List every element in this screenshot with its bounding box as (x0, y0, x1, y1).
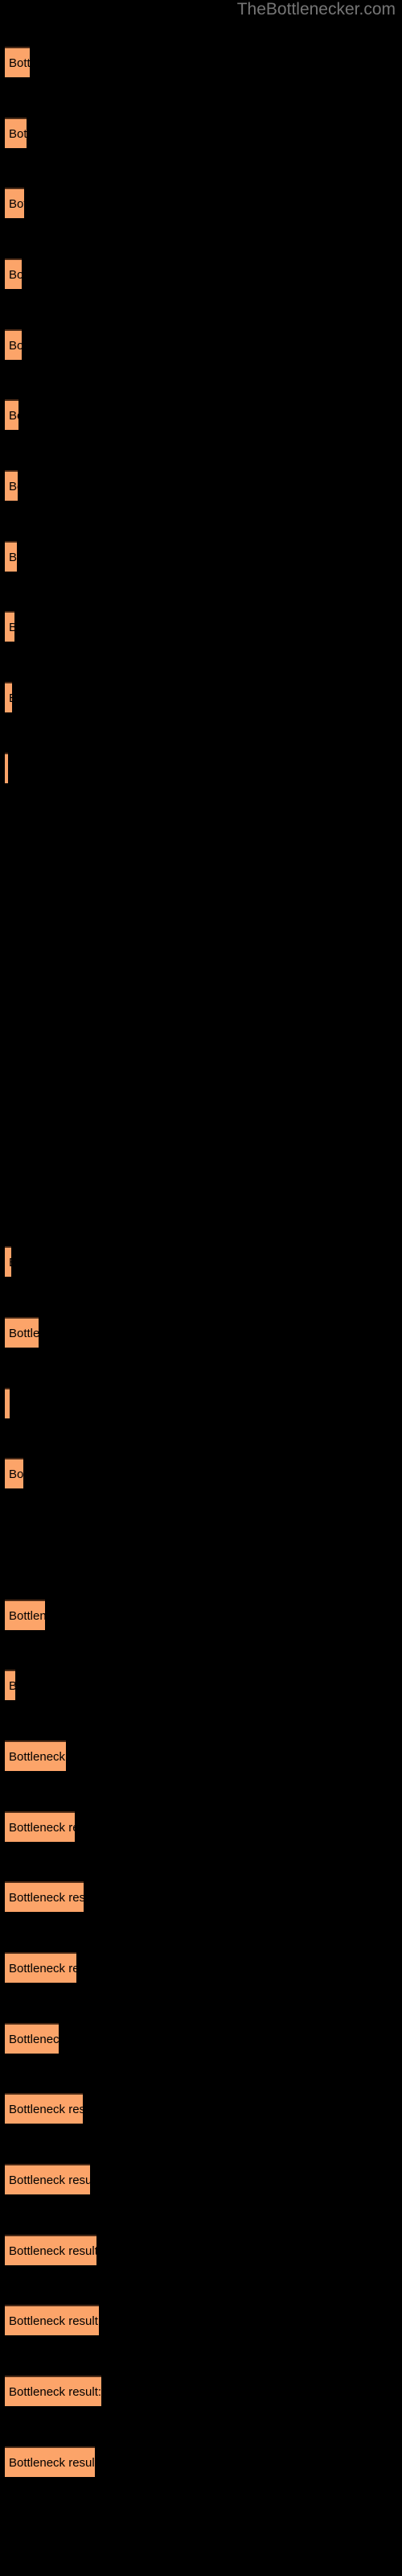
bar-value-label: Bottleneck result: 1.7% (9, 409, 18, 423)
bar-row[interactable]: Bottleneck result: 9.8% (0, 1881, 402, 1913)
bar-row[interactable]: Bottleneck result: 2.1% (0, 258, 402, 291)
bar[interactable]: Bottleneck result: 3.1% (5, 47, 30, 77)
bar-row[interactable]: Bottleneck result: 2.7% (0, 118, 402, 150)
bar-row[interactable]: Bottleneck result: 0% (0, 1529, 402, 1561)
bar-row[interactable]: Bottleneck result: 0.9% (0, 682, 402, 714)
bar-row[interactable]: Bottleneck result: 1.6% (0, 470, 402, 502)
chart-plot-area: Bottleneck result: 3.1% Bottleneck result… (0, 0, 402, 2576)
bar-value-label: Bottleneck result: 2.7% (9, 127, 27, 141)
bar-value-label: Bottleneck result: 2.3% (9, 1468, 23, 1481)
bar[interactable]: Bottleneck result: 4.2% (5, 1317, 39, 1348)
bar[interactable]: Bottleneck result: 1.5% (5, 541, 17, 572)
bar-value-label: Bottleneck result: 1.2% (9, 613, 14, 642)
bottleneck-bar-chart-page: TheBottlenecker.com Bottleneck result: 3… (0, 0, 402, 2576)
bar-value-label: Bottleneck result: 0.8% (9, 1248, 11, 1277)
bar-row[interactable]: Bottleneck result: 0% (0, 1176, 402, 1208)
bar-row[interactable]: Bottleneck result: 2.4% (0, 188, 402, 220)
bar[interactable]: Bottleneck result: 2.7% (5, 118, 27, 148)
bar[interactable]: Bottleneck result: 10.6% (5, 2164, 90, 2194)
bar-value-label: Bottleneck result: 6.7% (9, 2033, 59, 2046)
bar[interactable]: Bottleneck result: 2.1% (5, 329, 22, 360)
bar[interactable]: Bottleneck result: 0.4% (5, 753, 8, 783)
bar-row[interactable]: Bottleneck result: 0% (0, 894, 402, 926)
bar[interactable]: Bottleneck result: 0.6% (5, 1388, 10, 1418)
bar-row[interactable]: Bottleneck result: 5% (0, 1600, 402, 1632)
bar[interactable]: Bottleneck result: 8.9% (5, 1952, 76, 1983)
bar-row[interactable]: Bottleneck result: 8.7% (0, 1811, 402, 1843)
bar[interactable]: Bottleneck result: 11.2% (5, 2446, 95, 2477)
bar-row[interactable]: Bottleneck result: 1.2% (0, 611, 402, 643)
bar-value-label: Bottleneck result: 0.6% (9, 1389, 10, 1418)
bar-row[interactable]: Bottleneck result: 4.2% (0, 1317, 402, 1349)
bar-value-label: Bottleneck result: 12% (9, 2385, 101, 2399)
bar-row[interactable]: Bottleneck result: 8.9% (0, 1952, 402, 1984)
bar[interactable]: Bottleneck result: 7.6% (5, 1740, 66, 1771)
bar-value-label: Bottleneck result: 10.6% (9, 2174, 90, 2187)
bar-value-label: Bottleneck result: 9.8% (9, 1891, 84, 1905)
bar-value-label: Bottleneck result: 1.6% (9, 480, 18, 493)
bar-row[interactable]: Bottleneck result: 1.5% (0, 541, 402, 573)
bar-row[interactable]: Bottleneck result: 11.4% (0, 2235, 402, 2267)
bar-value-label: Bottleneck result: 3.1% (9, 56, 30, 70)
bar[interactable]: Bottleneck result: 1.3% (5, 1670, 15, 1700)
bar-value-label: Bottleneck result: 11.4% (9, 2244, 96, 2258)
bar[interactable]: Bottleneck result: 9.7% (5, 2093, 83, 2124)
bar-value-label: Bottleneck result: 4.2% (9, 1327, 39, 1340)
bar-row[interactable]: Bottleneck result: 0.4% (0, 753, 402, 785)
bar[interactable]: Bottleneck result: 12% (5, 2376, 101, 2406)
bar-value-label: Bottleneck result: 2.4% (9, 197, 24, 211)
bar-row[interactable]: Bottleneck result: 3.1% (0, 47, 402, 79)
bar-value-label: Bottleneck result: 1.3% (9, 1671, 15, 1700)
bar-row[interactable]: Bottleneck result: 2.3% (0, 1458, 402, 1490)
bar-row[interactable]: Bottleneck result: 6.7% (0, 2023, 402, 2055)
bar[interactable]: Bottleneck result: 0.9% (5, 682, 12, 712)
bar-row[interactable]: Bottleneck result: 0% (0, 1105, 402, 1137)
bar[interactable]: Bottleneck result: 9.8% (5, 1881, 84, 1912)
bar-row[interactable]: Bottleneck result: 0% (0, 964, 402, 997)
bar-row[interactable]: Bottleneck result: 9.7% (0, 2093, 402, 2125)
bar-row[interactable]: Bottleneck result: 10.6% (0, 2164, 402, 2196)
bar[interactable]: Bottleneck result: 2.3% (5, 1458, 23, 1488)
bar-row[interactable]: Bottleneck result: 2.1% (0, 329, 402, 361)
bar-row[interactable]: Bottleneck result: 1.3% (0, 1670, 402, 1702)
bar-row[interactable]: Bottleneck result: 0.8% (0, 1246, 402, 1278)
bar[interactable]: Bottleneck result: 1.2% (5, 611, 14, 642)
bar-value-label: Bottleneck result: 2.1% (9, 268, 22, 282)
bar-value-label: Bottleneck result: 2.1% (9, 339, 22, 353)
bar[interactable]: Bottleneck result: 2.4% (5, 188, 24, 218)
bar-row[interactable]: Bottleneck result: 0.6% (0, 1388, 402, 1420)
bar[interactable]: Bottleneck result: 6.7% (5, 2023, 59, 2054)
bar-value-label: Bottleneck result: 9.7% (9, 2103, 83, 2116)
bar[interactable]: Bottleneck result: 1.6% (5, 470, 18, 501)
bar-value-label: Bottleneck result: 8.7% (9, 1821, 75, 1835)
bar-value-label: Bottleneck result: 5% (9, 1609, 45, 1623)
bar-row[interactable]: Bottleneck result: 0% (0, 1034, 402, 1067)
bar-row[interactable]: Bottleneck result: 11.2% (0, 2446, 402, 2479)
bar-value-label: Bottleneck result: 7.6% (9, 1750, 66, 1764)
bar-row[interactable]: Bottleneck result: 0% (0, 823, 402, 855)
bar-row[interactable]: Bottleneck result: 1.7% (0, 399, 402, 431)
bar[interactable]: Bottleneck result: 8.7% (5, 1811, 75, 1842)
bar-value-label: Bottleneck result: 11.2% (9, 2456, 95, 2470)
bar[interactable]: Bottleneck result: 1.7% (5, 399, 18, 430)
bar-value-label: Bottleneck result: 8.9% (9, 1962, 76, 1975)
bar[interactable]: Bottleneck result: 11.7% (5, 2305, 99, 2335)
bar-row[interactable]: Bottleneck result: 12% (0, 2376, 402, 2408)
bar-value-label: Bottleneck result: 1.5% (9, 551, 17, 564)
bar[interactable]: Bottleneck result: 2.1% (5, 258, 22, 289)
bar[interactable]: Bottleneck result: 5% (5, 1600, 45, 1630)
bar-row[interactable]: Bottleneck result: 7.6% (0, 1740, 402, 1773)
bar-value-label: Bottleneck result: 0.9% (9, 683, 12, 712)
bar-value-label: Bottleneck result: 11.7% (9, 2314, 99, 2328)
bar-row[interactable]: Bottleneck result: 11.7% (0, 2305, 402, 2337)
bar[interactable]: Bottleneck result: 0.8% (5, 1246, 11, 1277)
bar[interactable]: Bottleneck result: 11.4% (5, 2235, 96, 2265)
